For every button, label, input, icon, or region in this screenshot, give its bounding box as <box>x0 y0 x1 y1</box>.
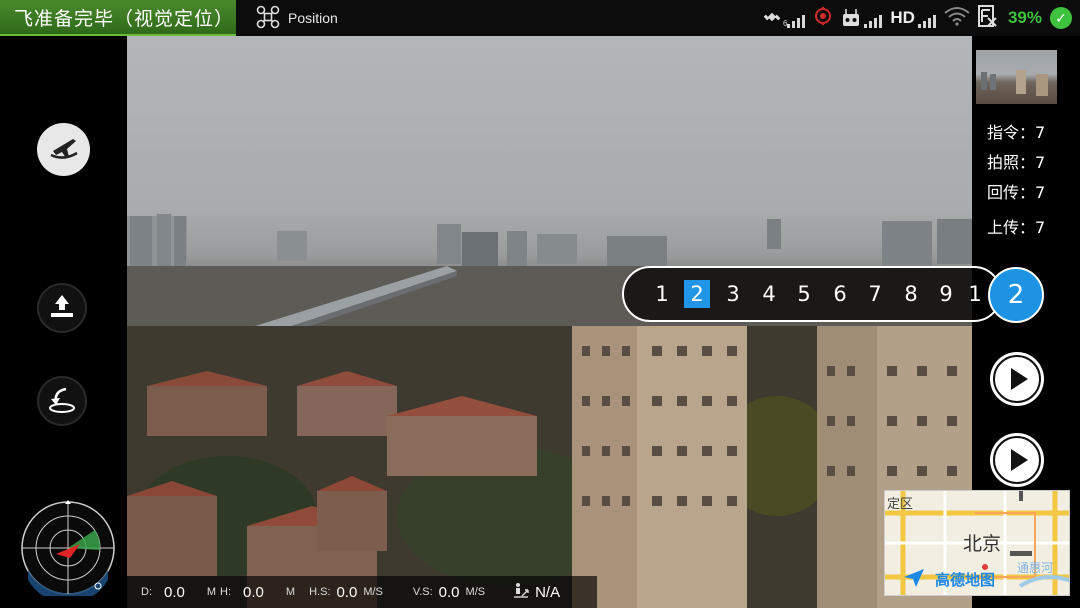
flight-status-text: 飞准备完毕（视觉定位） <box>14 7 235 30</box>
satellite-icon: 6 <box>763 8 806 28</box>
rc-signal-icon <box>864 14 883 28</box>
home-distance-icon <box>513 582 529 603</box>
city-aerial-scene <box>127 214 972 608</box>
media-thumbnail[interactable] <box>976 50 1057 104</box>
upload-label: 上传： <box>987 218 1036 237</box>
return-value: 7 <box>1035 183 1046 202</box>
vspeed-unit: M/S <box>465 586 486 598</box>
camera-feed[interactable] <box>127 36 972 608</box>
height-value: 0.0 <box>243 583 264 601</box>
waypoint-selector[interactable]: 1 2 3 4 5 6 7 8 9 1 <box>622 266 1002 322</box>
wifi-icon <box>944 6 970 31</box>
return-home-button[interactable] <box>37 376 87 426</box>
takeoff-button[interactable] <box>37 123 90 176</box>
drone-icon <box>256 5 280 32</box>
mini-map[interactable]: 定区 北京 通惠河 高德地图 <box>884 490 1070 596</box>
hspeed-label: H.S: <box>309 586 331 598</box>
play-icon <box>993 355 1041 403</box>
command-label: 指令： <box>987 123 1036 142</box>
distance-label: D: <box>141 586 152 598</box>
height-unit: M <box>285 586 296 598</box>
waypoint-item-selected[interactable]: 2 <box>684 280 710 308</box>
system-status-group[interactable]: 6 HD 39% ✓ <box>763 0 1072 36</box>
waypoint-item[interactable]: 6 <box>827 280 853 308</box>
resume-mission-button[interactable] <box>990 433 1044 487</box>
vspeed-value: 0.0 <box>438 583 460 601</box>
start-mission-button[interactable] <box>990 352 1044 406</box>
return-counter: 回传：7 <box>987 179 1045 203</box>
photo-label: 拍照： <box>987 153 1036 172</box>
vspeed-label: V.S: <box>412 586 433 598</box>
map-navigation-icon <box>902 567 926 593</box>
gps-signal-bars <box>787 14 806 28</box>
map-logo: 高德地图 <box>935 572 996 589</box>
map-city-label: 北京 <box>963 534 1002 555</box>
radar-icon <box>20 500 116 604</box>
return-label: 回传： <box>987 183 1036 202</box>
waypoint-item[interactable]: 8 <box>898 280 924 308</box>
waypoint-item[interactable]: 3 <box>720 280 746 308</box>
waypoint-item[interactable]: 4 <box>756 280 782 308</box>
waypoint-item[interactable]: 1 <box>962 280 988 308</box>
home-distance-value: N/A <box>535 583 561 601</box>
return-home-icon <box>46 383 78 419</box>
distance-value: 0.0 <box>164 583 185 601</box>
map-district-label: 定区 <box>887 496 914 511</box>
battery-percent: 39% <box>1007 8 1042 27</box>
flight-mode-indicator[interactable]: Position <box>256 4 338 32</box>
telemetry-bar: D: 0.0 M H: 0.0 M H.S: 0.0 M/S V.S: 0.0 … <box>127 576 597 608</box>
height-label: H: <box>220 586 232 598</box>
check-icon[interactable]: ✓ <box>1050 7 1072 29</box>
distance-unit: M <box>206 586 217 598</box>
flight-status-banner[interactable]: 飞准备完毕（视觉定位） <box>0 0 236 36</box>
waypoint-item[interactable]: 5 <box>791 280 817 308</box>
hspeed-value: 0.0 <box>336 583 358 601</box>
top-status-bar: 飞准备完毕（视觉定位） Position 6 HD 39% ✓ <box>0 0 1080 36</box>
photo-value: 7 <box>1035 153 1046 172</box>
radar-compass[interactable] <box>20 500 116 604</box>
map-road-label: 通惠河 <box>1017 561 1054 575</box>
photo-counter: 拍照：7 <box>987 149 1045 173</box>
upload-value: 7 <box>1035 218 1046 237</box>
upload-waypoint-button[interactable] <box>37 283 87 333</box>
takeoff-icon <box>47 131 81 169</box>
command-counter: 指令：7 <box>987 119 1045 143</box>
command-value: 7 <box>1035 123 1046 142</box>
video-signal-bars <box>917 14 936 28</box>
current-waypoint-number: 2 <box>1007 280 1025 310</box>
hspeed-unit: M/S <box>363 586 383 598</box>
upload-waypoint-icon <box>47 291 77 325</box>
waypoint-item[interactable]: 9 <box>933 280 959 308</box>
alert-icon <box>813 6 833 31</box>
hd-label: HD <box>890 8 915 27</box>
waypoint-item[interactable]: 1 <box>649 280 675 308</box>
remote-controller-icon <box>841 8 883 28</box>
upload-counter: 上传：7 <box>987 214 1045 238</box>
waypoint-item[interactable]: 7 <box>862 280 888 308</box>
battery-icon <box>977 4 1000 33</box>
play-icon <box>993 436 1041 484</box>
current-waypoint-button[interactable]: 2 <box>988 267 1044 323</box>
flight-mode-label: Position <box>288 10 338 26</box>
